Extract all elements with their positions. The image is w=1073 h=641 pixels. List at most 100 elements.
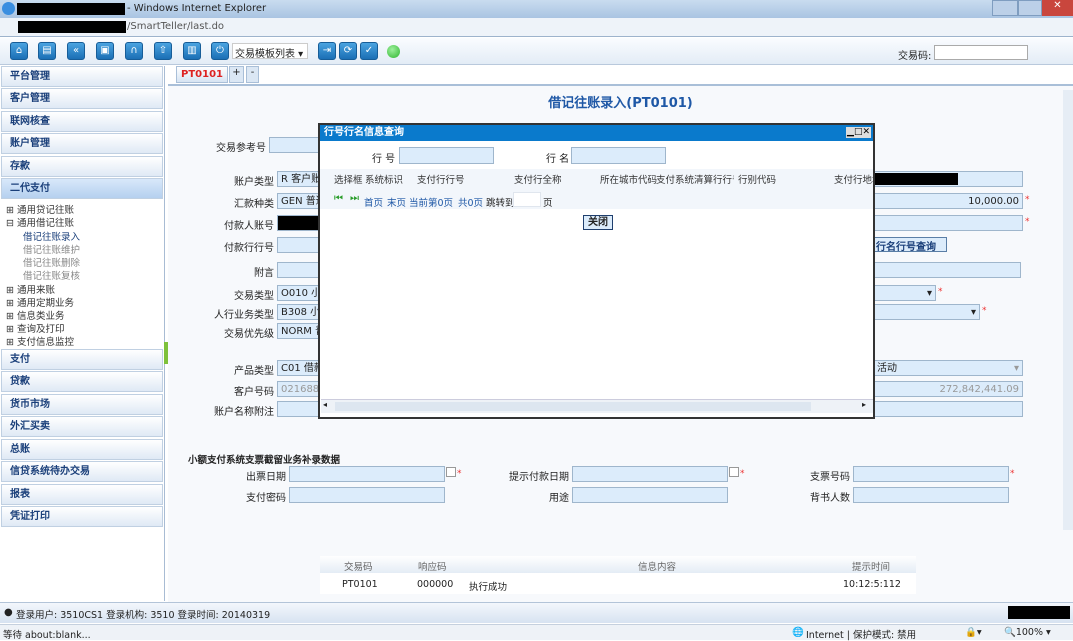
zoom-level[interactable]: 🔍100% ▾ — [1004, 627, 1051, 638]
cust-input[interactable]: 021688 — [277, 381, 319, 397]
login-icon[interactable]: ⇥ — [318, 42, 336, 60]
bank-query-button[interactable]: 行名行号查询 — [873, 237, 947, 253]
pboc-select[interactable]: B308 小 — [277, 304, 319, 320]
acct-note-input-right[interactable] — [873, 401, 1023, 417]
remit-select[interactable]: GEN 普通 — [277, 193, 319, 209]
col-header: 所在城市代码 — [600, 175, 658, 186]
sidebar-item[interactable]: 联网核查 — [1, 111, 163, 132]
horizontal-scrollbar[interactable]: ◂ ▸ — [321, 399, 873, 413]
last-page-link[interactable]: 末页 — [387, 195, 406, 209]
check-icon[interactable]: ✓ — [360, 42, 378, 60]
home-icon[interactable]: ⌂ — [10, 42, 28, 60]
tree-item[interactable]: ⊞ 通用定期业务 — [6, 295, 74, 309]
sidebar-item[interactable]: 总账 — [1, 439, 163, 460]
sidebar-item[interactable]: 支付 — [1, 349, 163, 370]
sidebar-item[interactable]: 贷款 — [1, 371, 163, 392]
amount-input[interactable]: 10,000.00 — [873, 193, 1023, 209]
back-icon[interactable]: « — [67, 42, 85, 60]
trade-code-input[interactable] — [934, 45, 1028, 60]
cheque-no-input[interactable] — [853, 466, 1009, 482]
last-page-icon[interactable]: ⏭ — [350, 193, 359, 204]
tree-item[interactable]: ⊞ 信息类业务 — [6, 308, 65, 322]
tx-type-select[interactable]: O010 小 — [277, 285, 319, 301]
ref-input[interactable] — [269, 137, 319, 153]
add-tab-button[interactable]: + — [229, 66, 244, 83]
sidebar-item[interactable]: 客户管理 — [1, 88, 163, 109]
memo-input-right[interactable] — [873, 262, 1021, 278]
acct-type-select[interactable]: R 客户账 — [277, 171, 319, 187]
sidebar-item[interactable]: 账户管理 — [1, 133, 163, 154]
section-title: 小额支付系统支票截留业务补录数据 — [188, 455, 341, 466]
endorsers-input[interactable] — [853, 487, 1009, 503]
dialog-bank-name-input[interactable] — [571, 147, 666, 164]
security-zone[interactable]: Internet | 保护模式: 禁用 — [806, 627, 916, 641]
tree-subitem[interactable]: 借记往账维护 — [23, 242, 80, 256]
priority-select[interactable]: NORM 普 — [277, 323, 319, 339]
dialog-window-controls[interactable]: ▁□✕ — [846, 127, 871, 138]
scroll-right-icon[interactable]: ▸ — [862, 400, 866, 409]
issue-date-input[interactable] — [289, 466, 445, 482]
scrollbar-thumb[interactable] — [335, 402, 811, 411]
pay-pwd-input[interactable] — [289, 487, 445, 503]
sidebar-item[interactable]: 凭证打印 — [1, 506, 163, 527]
present-date-label: 提示付款日期 — [509, 472, 569, 483]
scroll-left-icon[interactable]: ◂ — [323, 400, 327, 409]
present-date-input[interactable] — [572, 466, 728, 482]
minimize-button[interactable] — [992, 0, 1018, 16]
upload-icon[interactable]: ⇧ — [154, 42, 172, 60]
first-page-icon[interactable]: ⏮ — [334, 193, 343, 204]
refresh-icon[interactable]: ⟳ — [339, 42, 357, 60]
remove-tab-button[interactable]: - — [246, 66, 259, 83]
acct-type-right[interactable] — [873, 171, 1023, 187]
acct-note-input[interactable] — [277, 401, 319, 417]
sidebar-item[interactable]: 外汇买卖 — [1, 416, 163, 437]
product-select-right[interactable]: 活动 ▾ — [873, 360, 1023, 376]
document-icon[interactable]: ▣ — [96, 42, 114, 60]
maximize-button[interactable] — [1018, 0, 1042, 16]
pboc-select-right[interactable]: ▾ — [873, 304, 980, 320]
tree-subitem[interactable]: 借记往账复核 — [23, 268, 80, 282]
tree-item-expanded[interactable]: ⊟ 通用借记往账 — [6, 215, 74, 229]
tx-type-select-right[interactable]: ▾ — [873, 285, 936, 301]
power-icon[interactable]: ⏻ — [211, 42, 229, 60]
dialog-bank-no-input[interactable] — [399, 147, 494, 164]
acct-type-label: 账户类型 — [234, 177, 274, 188]
col-header: 响应码 — [418, 562, 447, 573]
tree-subitem-active[interactable]: 借记往账录入 — [23, 229, 80, 243]
tab-pt0101[interactable]: PT0101 — [176, 66, 228, 83]
window-icon[interactable]: ▤ — [38, 42, 56, 60]
tree-item[interactable]: ⊞ 支付信息监控 — [6, 334, 74, 348]
sidebar-item[interactable]: 平台管理 — [1, 66, 163, 87]
close-button[interactable]: ✕ — [1042, 0, 1073, 16]
tree-item[interactable]: ⊞ 通用贷记往账 — [6, 202, 74, 216]
jump-page-input[interactable] — [513, 192, 541, 207]
sidebar-item[interactable]: 存款 — [1, 156, 163, 177]
product-select[interactable]: C01 借款 — [277, 360, 319, 376]
redacted — [874, 173, 958, 185]
payer-name-input[interactable] — [873, 215, 1023, 231]
memo-input[interactable] — [277, 262, 319, 278]
required-mark: * — [982, 306, 987, 316]
sidebar-item[interactable]: 报表 — [1, 484, 163, 505]
tree-item[interactable]: ⊞ 通用来账 — [6, 282, 55, 296]
calendar-icon[interactable] — [729, 467, 739, 477]
tree-subitem[interactable]: 借记往账删除 — [23, 255, 80, 269]
headset-icon[interactable]: ∩ — [125, 42, 143, 60]
trash-icon[interactable]: ▥ — [183, 42, 201, 60]
sidebar-item-active[interactable]: 二代支付 — [1, 178, 163, 199]
calendar-icon[interactable] — [446, 467, 456, 477]
sidebar-item[interactable]: 信贷系统待办交易 — [1, 461, 163, 482]
address-text[interactable]: /SmartTeller/last.do — [127, 21, 224, 32]
first-page-link[interactable]: 首页 — [364, 195, 383, 209]
lock-icon[interactable]: 🔒▾ — [965, 627, 982, 638]
close-dialog-button[interactable]: 关闭 — [583, 215, 613, 230]
address-bar[interactable]: /SmartTeller/last.do — [0, 18, 1073, 37]
scrollbar[interactable] — [1063, 90, 1073, 530]
pboc-label: 人行业务类型 — [214, 310, 274, 321]
payer-account-input[interactable] — [277, 215, 319, 231]
tree-item[interactable]: ⊞ 查询及打印 — [6, 321, 65, 335]
bank-no-input[interactable] — [277, 237, 319, 253]
template-select[interactable]: 交易模板列表 ▾ — [232, 43, 308, 60]
purpose-input[interactable] — [572, 487, 728, 503]
sidebar-item[interactable]: 货币市场 — [1, 394, 163, 415]
